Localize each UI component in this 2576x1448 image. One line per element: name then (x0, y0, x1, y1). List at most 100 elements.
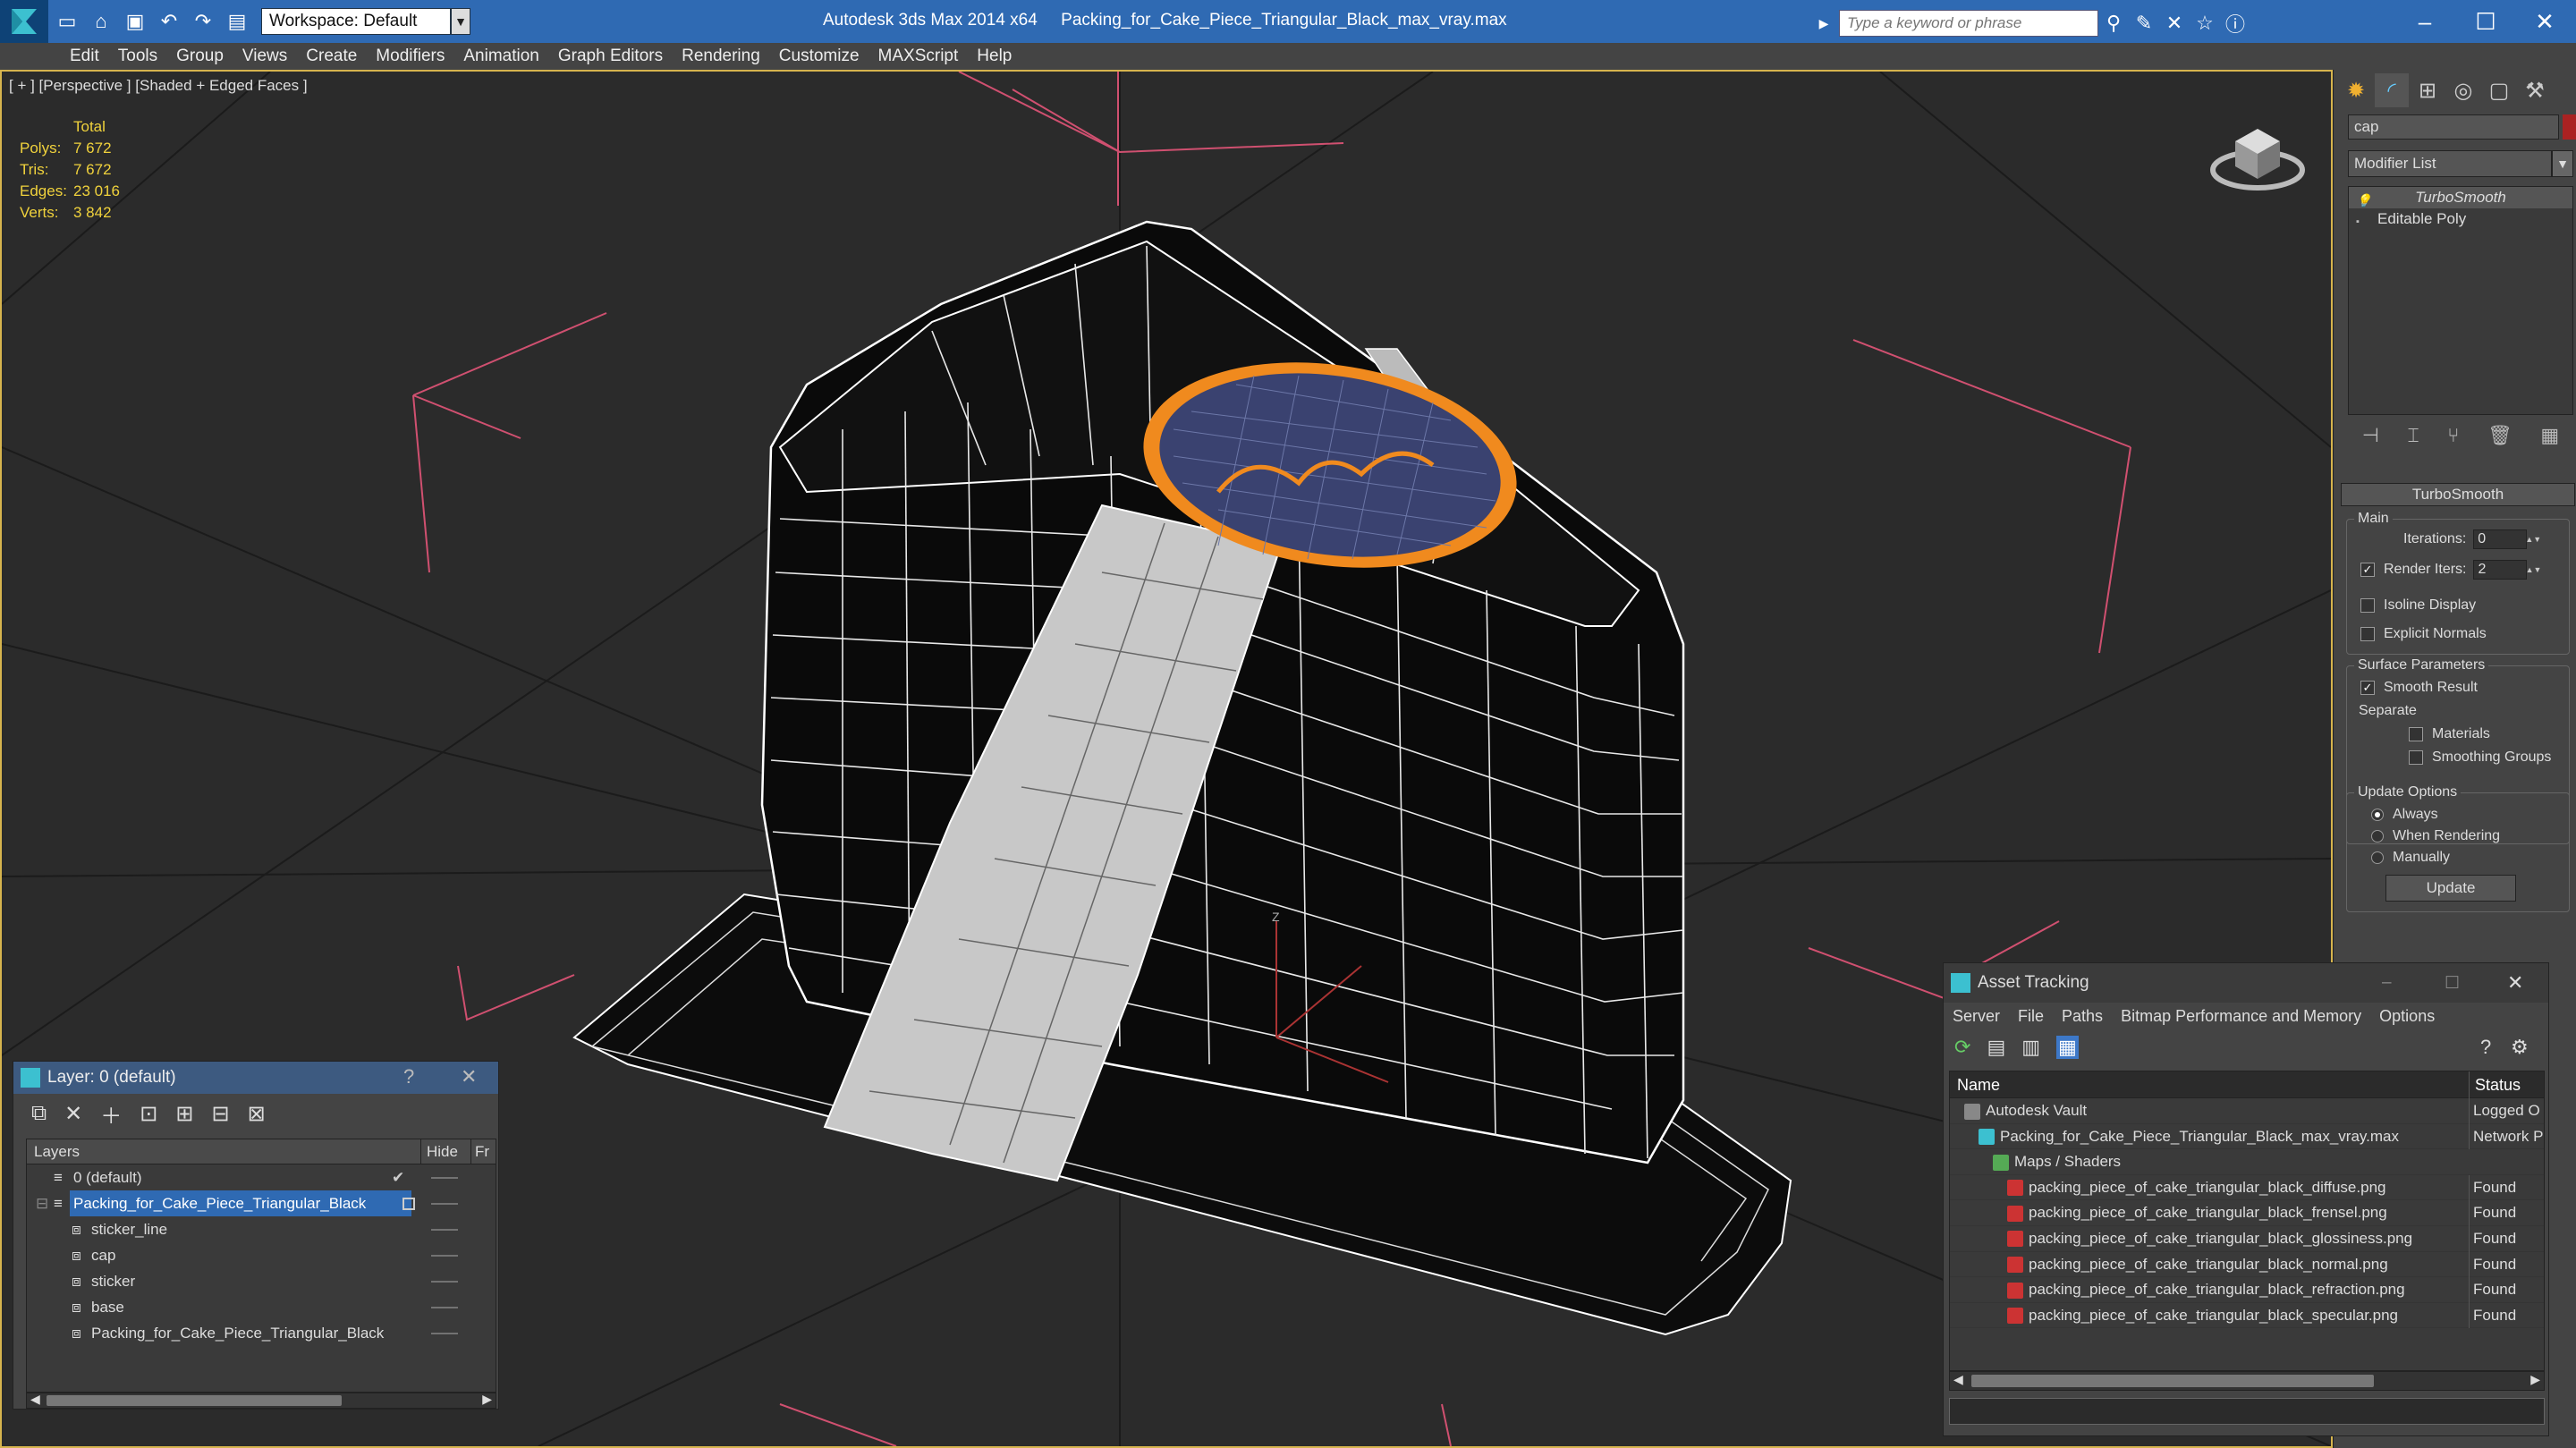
redo-icon[interactable]: ↷ (188, 6, 218, 37)
explicit-normals-checkbox[interactable] (2360, 627, 2375, 641)
iterations-field[interactable]: 0 (2473, 529, 2528, 549)
help-icon[interactable]: ? (403, 1065, 414, 1088)
binoculars-icon[interactable]: ⚲ (2098, 8, 2129, 38)
configure-sets-icon[interactable]: ▦ (2540, 424, 2559, 447)
make-unique-icon[interactable]: ⑂ (2447, 424, 2459, 447)
maximize-icon[interactable]: ☐ (2445, 973, 2460, 994)
layer-row[interactable]: ≡ 0 (default) ✔ —— (27, 1164, 496, 1190)
scroll-left-icon[interactable]: ◀ (30, 1392, 40, 1407)
scroll-right-icon[interactable]: ▶ (2530, 1372, 2540, 1387)
asset-window-titlebar[interactable]: Asset Tracking – ☐ ✕ (1944, 963, 2548, 1003)
smoothing-groups-checkbox[interactable] (2409, 750, 2423, 765)
layer-row[interactable]: ⧈ Packing_for_Cake_Piece_Triangular_Blac… (27, 1320, 496, 1346)
menu-group[interactable]: Group (176, 47, 242, 66)
menu-edit[interactable]: Edit (70, 47, 118, 66)
search-input[interactable] (1839, 10, 2098, 37)
new-file-icon[interactable]: ▭ (52, 6, 82, 37)
menu-maxscript[interactable]: MAXScript (878, 47, 978, 66)
minimize-icon[interactable]: – (2382, 973, 2392, 993)
save-file-icon[interactable]: ▣ (120, 6, 150, 37)
close-icon[interactable]: ✕ (461, 1065, 477, 1088)
layer-horizontal-scrollbar[interactable]: ◀ ▶ (26, 1392, 496, 1409)
motion-tab-icon[interactable]: ◎ (2446, 73, 2480, 107)
menu-rendering[interactable]: Rendering (682, 47, 779, 66)
hide-all-icon[interactable]: ⊟ (211, 1101, 229, 1127)
asset-row[interactable]: packing_piece_of_cake_triangular_black_s… (1950, 1302, 2544, 1329)
asset-row[interactable]: Maps / Shaders (1950, 1149, 2544, 1175)
object-name-field[interactable]: cap (2348, 114, 2559, 140)
spinner-icon[interactable]: ▲▼ (2526, 560, 2542, 580)
col-layers[interactable]: Layers (34, 1139, 80, 1164)
isoline-checkbox[interactable] (2360, 598, 2375, 613)
delete-icon[interactable]: ✕ (64, 1101, 82, 1127)
asset-row[interactable]: packing_piece_of_cake_triangular_black_n… (1950, 1251, 2544, 1278)
spinner-icon[interactable]: ▲▼ (2525, 529, 2541, 549)
col-freeze[interactable]: Fr (470, 1139, 489, 1164)
grid-view-icon[interactable]: ▦ (2056, 1036, 2079, 1059)
layer-row[interactable]: ⧈ sticker_line —— (27, 1216, 496, 1242)
hide-toggle[interactable]: —— (431, 1216, 458, 1242)
select-objects-icon[interactable]: ⊡ (140, 1101, 157, 1127)
layer-row[interactable]: ⧈ cap —— (27, 1242, 496, 1268)
asset-row[interactable]: Autodesk Vault Logged O (1950, 1098, 2544, 1124)
layer-row[interactable]: ⧈ sticker —— (27, 1268, 496, 1294)
hide-toggle[interactable]: —— (431, 1268, 458, 1294)
highlight-layer-icon[interactable]: ⊞ (175, 1101, 193, 1127)
freeze-all-icon[interactable]: ⊠ (248, 1101, 266, 1127)
when-rendering-radio[interactable] (2371, 830, 2384, 843)
asset-row[interactable]: packing_piece_of_cake_triangular_black_f… (1950, 1200, 2544, 1226)
viewport-label[interactable]: [ + ] [Perspective ] [Shaded + Edged Fac… (9, 77, 308, 95)
asset-row[interactable]: packing_piece_of_cake_triangular_black_r… (1950, 1277, 2544, 1303)
asset-row[interactable]: Packing_for_Cake_Piece_Triangular_Black_… (1950, 1123, 2544, 1150)
undo-icon[interactable]: ↶ (154, 6, 184, 37)
smooth-result-checkbox[interactable]: ✓ (2360, 681, 2375, 695)
chevron-down-icon[interactable]: ▼ (2552, 150, 2573, 177)
menu-graph-editors[interactable]: Graph Editors (558, 47, 682, 66)
stack-item-turbosmooth[interactable]: 💡 TurboSmooth (2349, 187, 2572, 208)
open-file-icon[interactable]: ⌂ (86, 6, 116, 37)
scroll-left-icon[interactable]: ◀ (1953, 1372, 1963, 1387)
project-folder-icon[interactable]: ▤ (222, 6, 252, 37)
asset-row[interactable]: packing_piece_of_cake_triangular_black_g… (1950, 1225, 2544, 1252)
minimize-icon[interactable]: – (2394, 0, 2456, 43)
turbosmooth-rollout-header[interactable]: TurboSmooth (2341, 483, 2575, 506)
menu-animation[interactable]: Animation (463, 47, 558, 66)
menu-modifiers[interactable]: Modifiers (376, 47, 463, 66)
help-icon[interactable]: ⓘ (2220, 8, 2250, 38)
render-iters-field[interactable]: 2 (2473, 560, 2528, 580)
hide-toggle[interactable]: —— (431, 1242, 458, 1268)
col-status[interactable]: Status (2469, 1071, 2521, 1098)
layer-row[interactable]: ⧈ base —— (27, 1294, 496, 1320)
scrollbar-thumb[interactable] (1971, 1375, 2374, 1387)
col-name[interactable]: Name (1957, 1071, 2000, 1098)
asset-horizontal-scrollbar[interactable]: ◀ ▶ (1949, 1371, 2545, 1391)
col-hide[interactable]: Hide (420, 1139, 458, 1164)
scroll-right-icon[interactable]: ▶ (482, 1392, 492, 1407)
always-radio[interactable] (2371, 809, 2384, 821)
hide-toggle[interactable]: —— (431, 1294, 458, 1320)
close-icon[interactable]: ✕ (2507, 971, 2523, 995)
layer-window-titlebar[interactable]: Layer: 0 (default) ? ✕ (13, 1062, 498, 1094)
menu-tools[interactable]: Tools (118, 47, 176, 66)
materials-checkbox[interactable] (2409, 727, 2423, 741)
app-logo-icon[interactable] (0, 0, 48, 43)
active-box-icon[interactable] (402, 1198, 415, 1210)
hide-toggle[interactable]: —— (431, 1190, 458, 1216)
communication-icon[interactable]: ✎ (2129, 8, 2159, 38)
list-view-icon[interactable]: ▤ (1987, 1036, 2005, 1059)
favorites-star-icon[interactable]: ☆ (2190, 8, 2220, 38)
help-icon[interactable]: ? (2480, 1036, 2491, 1059)
exchange-icon[interactable]: ✕ (2159, 8, 2190, 38)
menu-options[interactable]: Options (2379, 1007, 2435, 1026)
active-check-icon[interactable]: ✔ (392, 1164, 404, 1190)
hierarchy-tab-icon[interactable]: ⊞ (2411, 73, 2445, 107)
chevron-down-icon[interactable]: ▼ (451, 8, 470, 35)
hide-toggle[interactable]: —— (431, 1164, 458, 1190)
menu-create[interactable]: Create (306, 47, 376, 66)
create-tab-icon[interactable]: ✹ (2339, 73, 2373, 107)
collapse-icon[interactable]: ⊟ (36, 1190, 48, 1216)
viewcube[interactable] (2210, 129, 2305, 191)
menu-help[interactable]: Help (977, 47, 1030, 66)
asset-path-field[interactable] (1949, 1398, 2545, 1425)
layer-row[interactable]: ⊟ ≡ Packing_for_Cake_Piece_Triangular_Bl… (27, 1190, 496, 1216)
